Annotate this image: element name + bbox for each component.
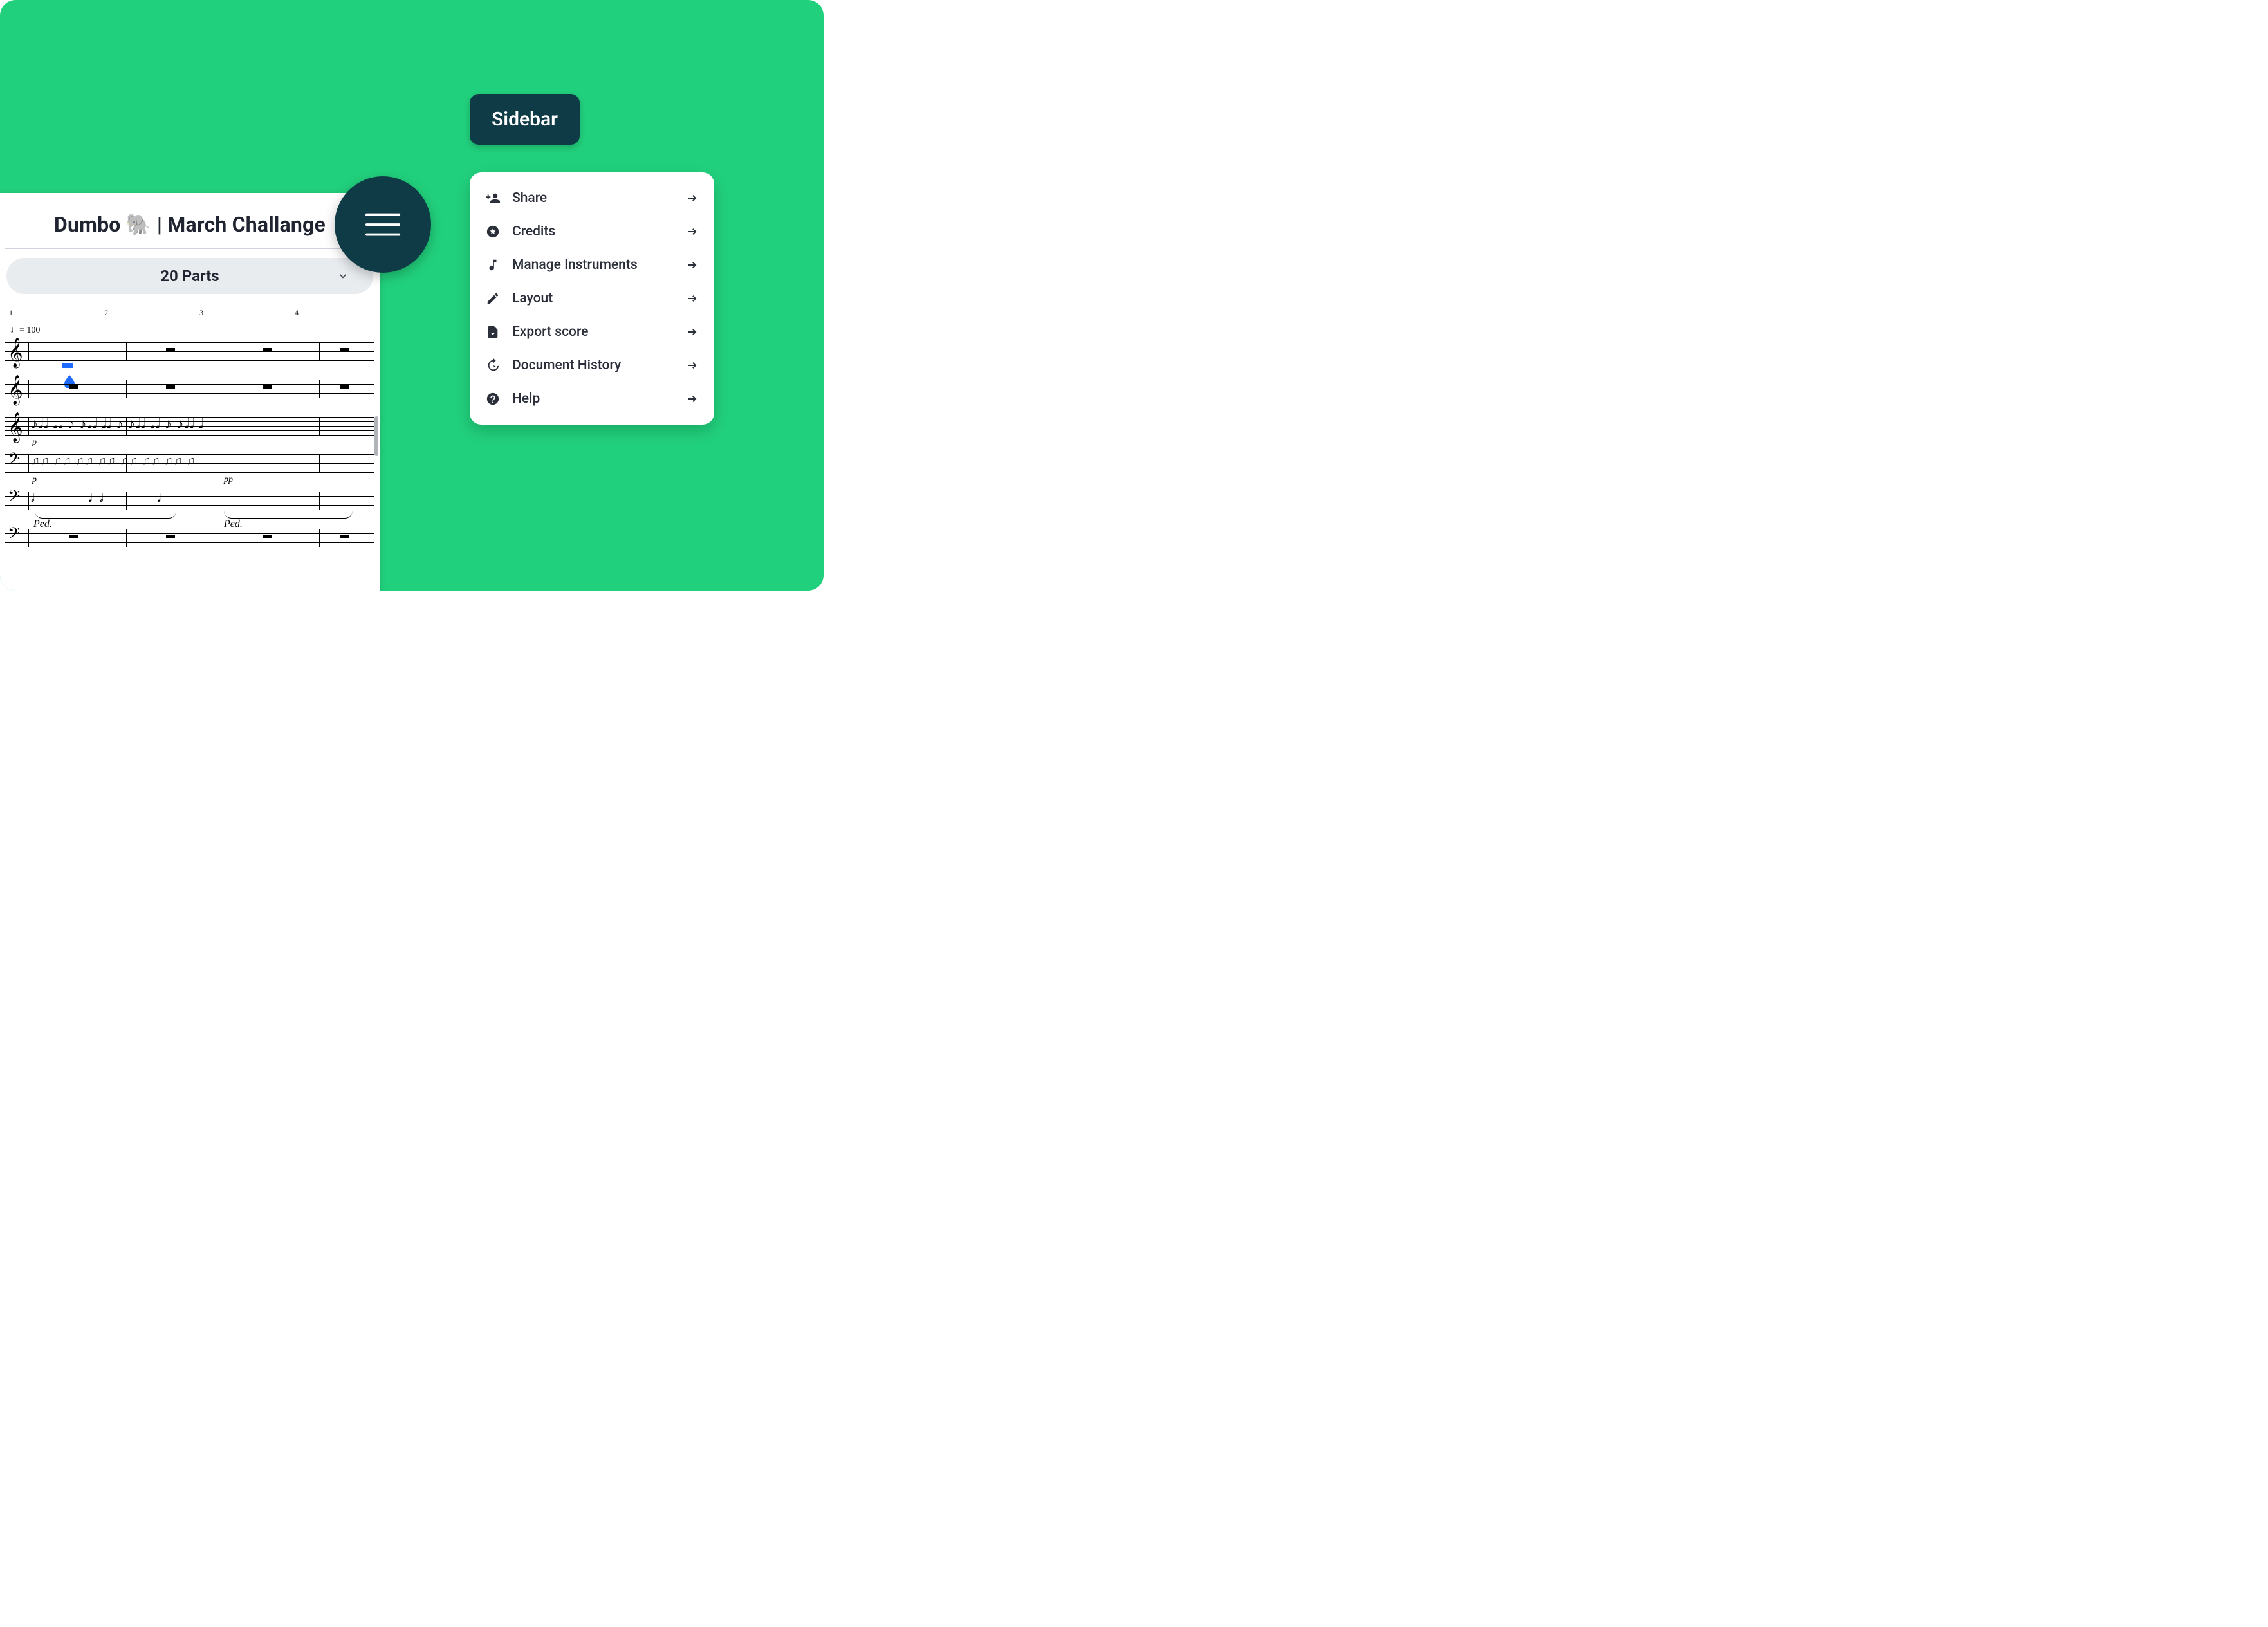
parts-dropdown-label: 20 Parts	[160, 267, 219, 285]
arrow-right-icon	[686, 259, 699, 271]
menu-item-label: Export score	[512, 324, 674, 340]
open-sidebar-button[interactable]	[335, 176, 431, 273]
score-panel: Dumbo 🐘 | March Challange 20 Parts 1 2 3…	[0, 193, 380, 591]
file-download-icon	[485, 324, 501, 340]
title-divider	[5, 248, 374, 249]
staff-bass-1[interactable]: 𝄢 ♫♫ ♫♫ ♫♫ ♫♫ ♫♫ ♫♫ ♫♫ ♫ p pp	[5, 450, 374, 476]
menu-item-label: Help	[512, 391, 674, 407]
bar-number: 1	[9, 308, 104, 318]
parts-dropdown[interactable]: 20 Parts	[6, 258, 373, 294]
sidebar-item-export-score[interactable]: Export score	[470, 315, 714, 349]
staff-treble-2[interactable]: 𝄞	[5, 376, 374, 401]
score-body[interactable]: 1 2 3 4 ♩= 100 𝄞 𝄞	[0, 300, 380, 551]
menu-item-label: Share	[512, 190, 674, 206]
menu-item-label: Layout	[512, 291, 674, 306]
notes-row: ♫♫ ♫♫ ♫♫ ♫♫ ♫♫ ♫♫ ♫♫ ♫	[31, 454, 372, 476]
notes-row: 𝅗𝅥 𝅘𝅥 𝅗𝅥 𝅘𝅥	[31, 492, 372, 513]
treble-clef-icon: 𝄞	[8, 412, 23, 442]
sidebar-item-help[interactable]: Help	[470, 382, 714, 416]
bar-number: 2	[104, 308, 199, 318]
menu-item-label: Document History	[512, 358, 674, 373]
sidebar-menu: Share Credits Manage Instruments Layout	[470, 172, 714, 425]
tie-arc	[224, 511, 353, 519]
sidebar-item-layout[interactable]: Layout	[470, 282, 714, 315]
arrow-right-icon	[686, 192, 699, 205]
app-stage: Dumbo 🐘 | March Challange 20 Parts 1 2 3…	[0, 0, 824, 591]
bass-clef-icon: 𝄢	[8, 450, 20, 472]
staff-treble-1[interactable]: 𝄞	[5, 338, 374, 364]
sidebar-item-document-history[interactable]: Document History	[470, 349, 714, 382]
menu-item-label: Manage Instruments	[512, 257, 674, 273]
hamburger-icon	[363, 209, 403, 240]
person-plus-icon	[485, 190, 501, 206]
arrow-right-icon	[686, 225, 699, 238]
arrow-right-icon	[686, 292, 699, 305]
arrow-right-icon	[686, 326, 699, 338]
staff-bass-3[interactable]: 𝄢	[5, 525, 374, 551]
staff-treble-3[interactable]: 𝄞 ♪𝅘𝅥𝅘𝅥 𝅘𝅥𝅘𝅥 ♪ ♪𝅘𝅥𝅘𝅥 𝅘𝅥𝅘𝅥 ♪ ♪𝅘𝅥𝅘𝅥 𝅘𝅥𝅘𝅥 ♪…	[5, 413, 374, 439]
score-title: Dumbo 🐘 | March Challange	[0, 193, 380, 248]
bass-clef-icon: 𝄢	[8, 488, 20, 510]
help-circle-icon	[485, 391, 501, 407]
dynamic-p: p	[32, 475, 37, 485]
dynamic-pp: pp	[224, 475, 233, 485]
sidebar-title-pill: Sidebar	[470, 94, 580, 145]
treble-clef-icon: 𝄞	[8, 337, 23, 367]
star-circle-icon	[485, 224, 501, 239]
staff-system: 𝄞 𝄞 𝄞 ♪𝅘𝅥𝅘𝅥 𝅘𝅥𝅘𝅥 ♪ ♪𝅘𝅥𝅘𝅥 𝅘𝅥𝅘𝅥 ♪ ♪𝅘𝅥𝅘𝅥 𝅘𝅥…	[5, 338, 374, 551]
sidebar-item-credits[interactable]: Credits	[470, 215, 714, 248]
music-note-icon	[485, 257, 501, 273]
sidebar-item-manage-instruments[interactable]: Manage Instruments	[470, 248, 714, 282]
pencil-icon	[485, 291, 501, 306]
arrow-right-icon	[686, 392, 699, 405]
arrow-right-icon	[686, 359, 699, 372]
vertical-scrollbar[interactable]	[374, 416, 378, 456]
bar-number: 4	[295, 308, 380, 318]
tie-arc	[35, 511, 176, 519]
tempo-mark: ♩= 100	[5, 322, 374, 338]
sidebar-item-share[interactable]: Share	[470, 181, 714, 215]
menu-item-label: Credits	[512, 224, 674, 239]
dynamic-p: p	[32, 437, 37, 448]
treble-clef-icon: 𝄞	[8, 374, 23, 405]
notes-row: ♪𝅘𝅥𝅘𝅥 𝅘𝅥𝅘𝅥 ♪ ♪𝅘𝅥𝅘𝅥 𝅘𝅥𝅘𝅥 ♪ ♪𝅘𝅥𝅘𝅥 𝅘𝅥𝅘𝅥 ♪ ♪…	[31, 416, 372, 437]
chevron-down-icon	[337, 270, 349, 282]
bar-number-row: 1 2 3 4	[5, 304, 374, 322]
bass-clef-icon: 𝄢	[8, 525, 20, 547]
bar-number: 3	[199, 308, 295, 318]
history-icon	[485, 358, 501, 373]
staff-bass-2[interactable]: 𝄢 𝅗𝅥 𝅘𝅥 𝅗𝅥 𝅘𝅥 Ped. Ped.	[5, 488, 374, 513]
